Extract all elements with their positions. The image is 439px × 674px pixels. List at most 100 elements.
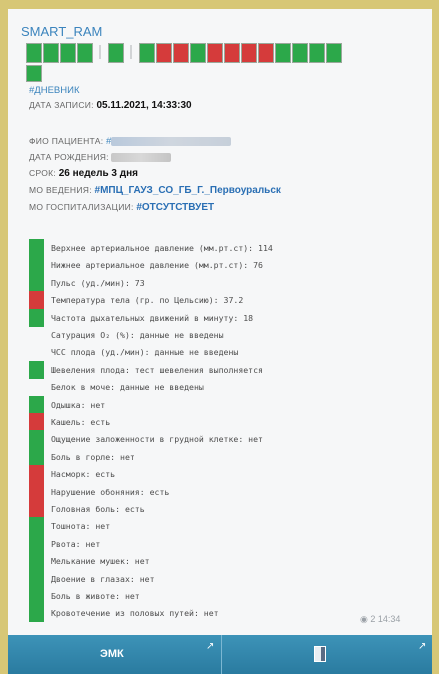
parameter-row: Сатурация O₂ (%): данные не введены — [29, 326, 429, 344]
parameter-label: Кровотечение из половых путей: нет — [51, 608, 219, 619]
views-count: 2 — [370, 614, 376, 624]
status-indicator — [29, 413, 44, 431]
status-indicator — [29, 360, 44, 379]
status-square — [60, 43, 76, 63]
status-square — [26, 43, 42, 63]
status-indicator — [29, 291, 44, 310]
parameter-row: Тошнота: нет — [29, 517, 429, 536]
status-square — [108, 43, 124, 63]
parameter-label: Двоение в глазах: нет — [51, 573, 155, 584]
parameter-row: ЧСС плода (уд./мин): данные не введены — [29, 343, 429, 361]
birth-line: ДАТА РОЖДЕНИЯ: — [29, 152, 172, 163]
record-date-label: ДАТА ЗАПИСИ: — [29, 100, 94, 110]
parameter-label: Белок в моче: данные не введены — [51, 382, 204, 393]
status-indicator — [29, 447, 44, 466]
patient-label: ФИО ПАЦИЕНТА: — [29, 136, 104, 146]
status-indicator — [29, 587, 44, 605]
parameter-label: Боль в горле: нет — [51, 451, 135, 462]
hospital-line: МО ГОСПИТАЛИЗАЦИИ: #ОТСУТСТВУЕТ — [29, 202, 214, 213]
status-square — [43, 43, 59, 63]
document-icon — [314, 646, 326, 662]
parameter-label: Головная боль: есть — [51, 504, 145, 514]
management-label: МО ВЕДЕНИЯ: — [29, 185, 92, 195]
parameter-row: Насморк: есть — [29, 465, 429, 484]
status-indicator — [29, 569, 44, 588]
status-square — [207, 43, 223, 63]
parameter-label: Нарушение обоняния: есть — [51, 486, 170, 497]
parameter-label: Нижнее артериальное давление (мм.рт.ст):… — [51, 260, 263, 271]
status-square — [173, 43, 189, 63]
status-separator — [130, 45, 132, 59]
management-line: МО ВЕДЕНИЯ: #МПЦ_ГАУЗ_СО_ГБ_Г._Первоурал… — [29, 185, 281, 196]
bot-name[interactable]: SMART_RAM — [21, 24, 102, 39]
status-square — [258, 43, 274, 63]
status-square — [292, 43, 308, 63]
parameter-row: Температура тела (гр. по Цельсию): 37.2 — [29, 291, 429, 310]
views-icon: ◉ — [360, 614, 368, 624]
parameter-row: Боль в горле: нет — [29, 447, 429, 466]
parameter-row: Кашель: есть — [29, 413, 429, 431]
parameter-label: Шевеления плода: тест шевеления выполняе… — [51, 364, 263, 375]
patient-line: ФИО ПАЦИЕНТА: # — [29, 136, 232, 147]
birth-label: ДАТА РОЖДЕНИЯ: — [29, 152, 109, 162]
message-meta: ◉ 2 14:34 — [360, 614, 400, 625]
management-hashtag[interactable]: #МПЦ_ГАУЗ_СО_ГБ_Г._Первоуральск — [95, 185, 281, 196]
status-indicator — [29, 482, 44, 501]
parameter-row: Двоение в глазах: нет — [29, 569, 429, 588]
status-square — [326, 43, 342, 63]
parameter-row: Одышка: нет — [29, 395, 429, 414]
parameter-label: ЧСС плода (уд./мин): данные не введены — [51, 347, 239, 358]
parameter-label: Рвота: нет — [51, 538, 101, 549]
parameter-label: Частота дыхательных движений в минуту: 1… — [51, 312, 254, 323]
status-square — [139, 43, 155, 63]
status-indicator — [29, 239, 44, 257]
message-card: SMART_RAM #ДНЕВНИК ДАТА ЗАПИСИ: 05.11.20… — [8, 9, 432, 635]
status-indicator — [29, 343, 44, 361]
status-square — [275, 43, 291, 63]
parameter-label: Мелькание мушек: нет — [51, 556, 150, 567]
inline-keyboard: ЭМК ↗ ↗ — [8, 635, 432, 674]
status-indicator — [29, 517, 44, 536]
status-indicator — [29, 308, 44, 327]
record-date-line: ДАТА ЗАПИСИ: 05.11.2021, 14:33:30 — [29, 100, 192, 111]
external-link-icon: ↗ — [206, 641, 215, 652]
parameter-row: Ощущение заложенности в грудной клетке: … — [29, 430, 429, 449]
term-line: СРОК: 26 недель 3 дня — [29, 168, 138, 179]
hospital-hashtag[interactable]: #ОТСУТСТВУЕТ — [136, 202, 214, 213]
status-square — [26, 65, 42, 82]
status-indicator — [29, 534, 44, 553]
parameter-row: Шевеления плода: тест шевеления выполняе… — [29, 360, 429, 379]
hashtag-diary[interactable]: #ДНЕВНИК — [29, 85, 79, 96]
parameter-row: Мелькание мушек: нет — [29, 552, 429, 571]
parameter-row: Белок в моче: данные не введены — [29, 378, 429, 396]
parameter-label: Одышка: нет — [51, 399, 106, 410]
status-indicator — [29, 273, 44, 292]
document-button[interactable]: ↗ — [221, 635, 433, 674]
parameter-row: Частота дыхательных движений в минуту: 1… — [29, 308, 429, 327]
parameter-label: Кашель: есть — [51, 417, 111, 427]
parameter-row: Боль в животе: нет — [29, 587, 429, 605]
parameter-label: Сатурация O₂ (%): данные не введены — [51, 330, 224, 340]
emk-button[interactable]: ЭМК ↗ — [8, 635, 220, 674]
status-indicator — [29, 500, 44, 518]
status-square — [224, 43, 240, 63]
parameter-label: Пульс (уд./мин): 73 — [51, 277, 145, 288]
parameter-label: Боль в животе: нет — [51, 591, 140, 601]
parameter-label: Насморк: есть — [51, 469, 116, 480]
parameter-label: Температура тела (гр. по Цельсию): 37.2 — [51, 295, 244, 306]
status-square — [190, 43, 206, 63]
patient-name-redacted — [111, 136, 232, 146]
status-indicator — [29, 395, 44, 414]
emk-button-label: ЭМК — [100, 648, 124, 660]
status-indicator — [29, 326, 44, 344]
external-link-icon-2: ↗ — [418, 641, 427, 652]
parameter-label: Верхнее артериальное давление (мм.рт.ст)… — [51, 243, 273, 253]
status-square — [156, 43, 172, 63]
parameter-row: Нарушение обоняния: есть — [29, 482, 429, 501]
status-separator — [99, 45, 101, 59]
status-square — [309, 43, 325, 63]
parameter-row: Верхнее артериальное давление (мм.рт.ст)… — [29, 239, 429, 257]
status-indicator — [29, 552, 44, 571]
status-indicator — [29, 378, 44, 396]
status-indicator — [29, 604, 44, 623]
